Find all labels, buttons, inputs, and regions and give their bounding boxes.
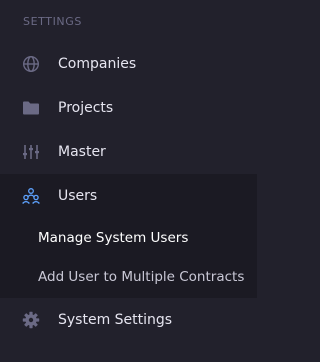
gear-icon xyxy=(21,310,41,330)
sidebar-item-label: Projects xyxy=(58,100,114,116)
sidebar-item-label: Users xyxy=(58,188,98,204)
sidebar-item-label: System Settings xyxy=(58,312,173,328)
submenu-item-label: Manage System Users xyxy=(38,230,189,246)
sidebar-item-system-settings[interactable]: System Settings xyxy=(0,298,257,342)
users-submenu-group: Users Manage System Users Add User to Mu… xyxy=(0,174,257,298)
globe-icon xyxy=(21,54,41,74)
section-header: SETTINGS xyxy=(23,15,82,28)
users-icon xyxy=(21,186,41,206)
sidebar: SETTINGS Companies Projects Master Users… xyxy=(0,0,257,362)
submenu-item-label: Add User to Multiple Contracts xyxy=(38,269,245,285)
submenu-item-add-user-to-multiple-contracts[interactable]: Add User to Multiple Contracts xyxy=(0,258,257,296)
sidebar-item-label: Master xyxy=(58,144,106,160)
sidebar-item-label: Companies xyxy=(58,56,137,72)
sidebar-item-companies[interactable]: Companies xyxy=(0,42,257,86)
folder-icon xyxy=(21,98,41,118)
sidebar-item-projects[interactable]: Projects xyxy=(0,86,257,130)
submenu-item-manage-system-users[interactable]: Manage System Users xyxy=(0,219,257,257)
sliders-icon xyxy=(21,142,41,162)
sidebar-item-master[interactable]: Master xyxy=(0,130,257,174)
sidebar-item-users[interactable]: Users xyxy=(0,174,257,218)
